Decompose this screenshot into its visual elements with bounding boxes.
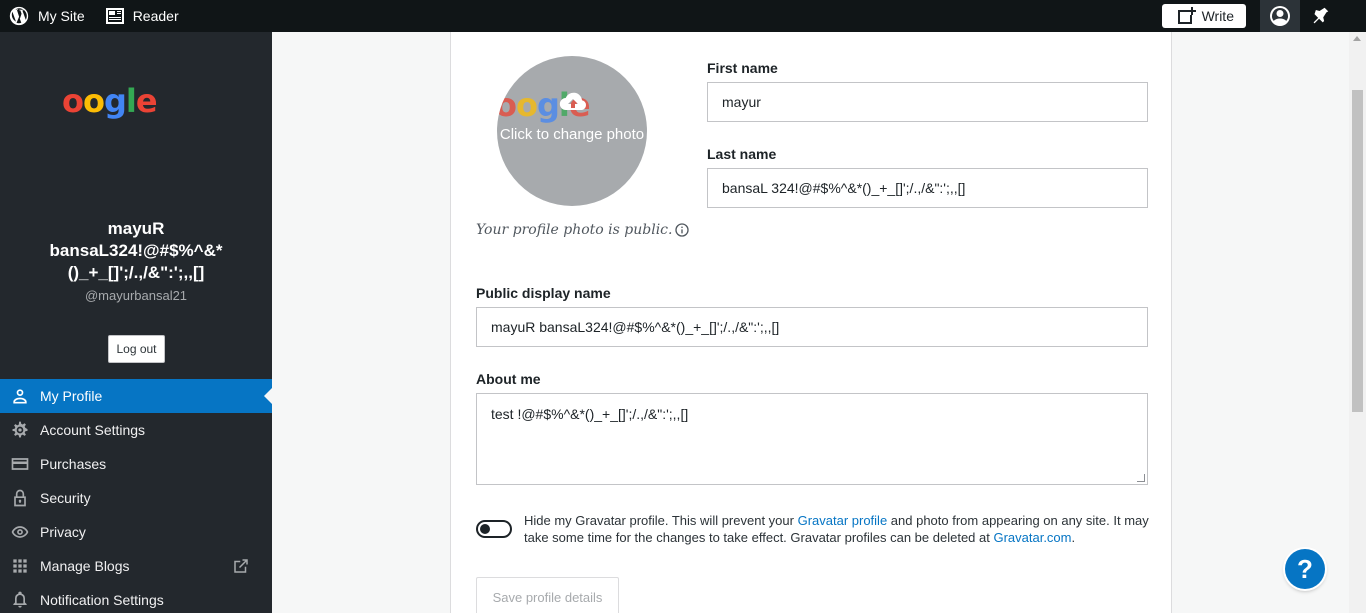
resize-handle[interactable] xyxy=(1137,474,1145,482)
reader-link[interactable]: Reader xyxy=(97,0,187,32)
write-icon xyxy=(1177,7,1196,24)
reader-icon xyxy=(105,8,124,24)
about-me-textarea[interactable]: test !@#$%^&*()_+_[]';/.,/&":';,,[] xyxy=(476,393,1148,485)
gravatar-text-3: . xyxy=(1071,530,1076,545)
sidebar-display-name: mayuR bansaL324!@#$%^&*()_+_[]';/.,/&":'… xyxy=(49,219,223,282)
scrollbar-thumb[interactable] xyxy=(1352,90,1363,412)
photo-note-text: Your profile photo is public. xyxy=(476,222,673,238)
gravatar-text-1: Hide my Gravatar profile. This will prev… xyxy=(524,513,798,528)
profile-card: oogle Click to change photo Your profile… xyxy=(450,32,1172,613)
last-name-label: Last name xyxy=(707,146,777,162)
grid-icon xyxy=(13,559,27,573)
page-scrollbar[interactable] xyxy=(1349,32,1366,613)
about-me-value: test !@#$%^&*()_+_[]';/.,/&":';,,[] xyxy=(491,406,689,422)
sidebar-item-label: Purchases xyxy=(40,456,107,472)
photo-change-label: Click to change photo xyxy=(499,126,645,143)
sidebar-item-manage-blogs[interactable]: Manage Blogs xyxy=(0,549,272,583)
person-icon xyxy=(13,389,27,404)
upload-cloud-icon xyxy=(559,92,587,111)
sidebar-item-label: Security xyxy=(40,490,91,506)
sidebar-item-label: My Profile xyxy=(40,388,103,404)
display-name-label: Public display name xyxy=(476,285,611,301)
bell-icon xyxy=(13,591,27,608)
scroll-up-arrow-icon[interactable] xyxy=(1353,36,1361,41)
profile-photo-button[interactable]: oogle Click to change photo xyxy=(497,56,647,206)
sidebar-item-label: Account Settings xyxy=(40,422,146,438)
reader-label: Reader xyxy=(132,8,179,24)
sidebar-item-account-settings[interactable]: Account Settings xyxy=(0,413,272,447)
first-name-label: First name xyxy=(707,60,778,76)
photo-public-note: Your profile photo is public. xyxy=(476,222,690,238)
profile-logo: oogle xyxy=(62,82,158,120)
sidebar-item-label: Notification Settings xyxy=(40,592,164,608)
notifications-button[interactable] xyxy=(1300,0,1340,32)
sidebar-menu: My Profile Account Settings Purchases Se… xyxy=(0,379,272,613)
bell-icon xyxy=(1313,7,1329,24)
sidebar-item-purchases[interactable]: Purchases xyxy=(0,447,272,481)
my-site-link[interactable]: My Site xyxy=(0,0,93,32)
credit-card-icon xyxy=(11,458,29,470)
first-name-input[interactable]: mayur xyxy=(707,82,1148,122)
info-icon[interactable] xyxy=(674,222,690,238)
sidebar-item-label: Manage Blogs xyxy=(40,558,130,574)
gear-icon xyxy=(12,421,28,438)
logout-button[interactable]: Log out xyxy=(108,335,165,363)
write-label: Write xyxy=(1201,8,1234,24)
lock-icon xyxy=(14,489,26,507)
sidebar-item-notification-settings[interactable]: Notification Settings xyxy=(0,583,272,613)
hide-gravatar-description: Hide my Gravatar profile. This will prev… xyxy=(524,512,1149,546)
last-name-input[interactable]: bansaL 324!@#$%^&*()_+_[]';/.,/&":';,,[] xyxy=(707,168,1148,208)
save-profile-button[interactable]: Save profile details xyxy=(476,577,619,613)
write-button[interactable]: Write xyxy=(1161,4,1246,28)
my-site-label: My Site xyxy=(38,8,85,24)
avatar-icon xyxy=(1270,6,1290,26)
external-link-icon xyxy=(234,559,248,573)
gravatar-profile-link[interactable]: Gravatar profile xyxy=(798,513,888,528)
sidebar-username: @mayurbansal21 xyxy=(84,288,188,303)
eye-icon xyxy=(11,526,29,538)
wordpress-logo-icon xyxy=(9,6,29,26)
hide-gravatar-toggle[interactable] xyxy=(476,520,512,538)
sidebar-item-security[interactable]: Security xyxy=(0,481,272,515)
toggle-knob xyxy=(480,524,490,534)
sidebar-item-label: Privacy xyxy=(40,524,86,540)
display-name-input[interactable]: mayuR bansaL324!@#$%^&*()_+_[]';/.,/&":'… xyxy=(476,307,1148,347)
profile-menu-button[interactable] xyxy=(1260,0,1300,32)
sidebar: oogle mayuR bansaL324!@#$%^&*()_+_[]';/.… xyxy=(0,32,272,613)
about-me-label: About me xyxy=(476,371,541,387)
sidebar-item-privacy[interactable]: Privacy xyxy=(0,515,272,549)
sidebar-item-my-profile[interactable]: My Profile xyxy=(0,379,272,413)
help-button[interactable]: ? xyxy=(1285,549,1325,589)
masterbar: My Site Reader Write xyxy=(0,0,1366,32)
gravatar-com-link[interactable]: Gravatar.com xyxy=(993,530,1071,545)
